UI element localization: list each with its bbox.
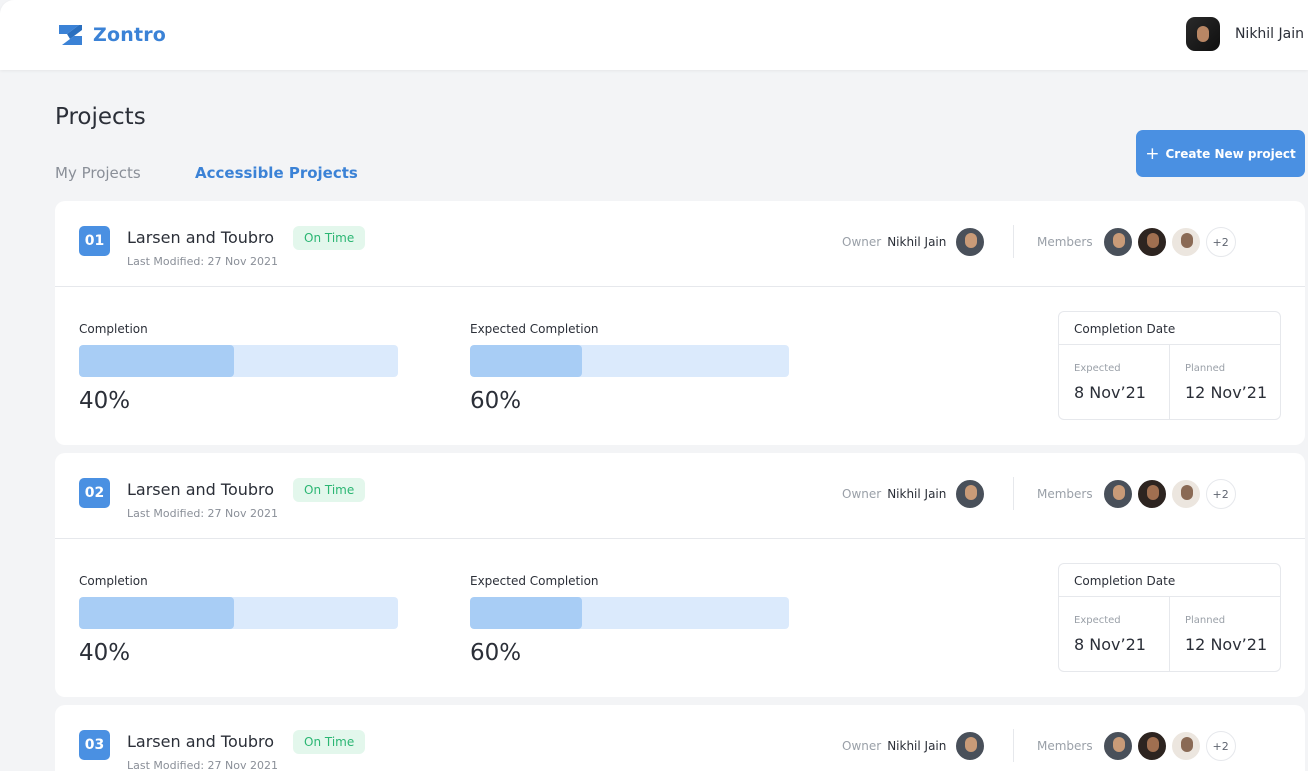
completion-date-box: Completion Date Expected 8 Nov’21 Planne… [1058,311,1281,420]
divider [1013,225,1014,258]
create-new-project-label: Create New project [1165,146,1296,161]
completion-date-title: Completion Date [1059,312,1280,345]
completion-date-box: Completion Date Expected 8 Nov’21 Planne… [1058,563,1281,672]
owner-label: Owner [842,487,882,501]
owner: Owner Nikhil Jain [842,226,987,258]
expected-completion-progress-bar [470,345,789,377]
status-badge: On Time [293,730,366,754]
member-avatar[interactable] [1135,226,1168,258]
members: Members +2 [1037,226,1236,258]
owner-name: Nikhil Jain [887,235,947,249]
members-label: Members [1037,235,1093,249]
planned-date-label: Planned [1185,615,1226,626]
plus-icon: + [1145,143,1160,164]
app-name: Zontro [93,24,167,46]
user-menu[interactable]: Nikhil Jain [1185,17,1304,51]
member-avatar[interactable] [1101,478,1134,510]
expected-completion-value: 60% [470,388,522,414]
expected-completion-label: Expected Completion [470,574,599,588]
status-badge: On Time [293,226,366,250]
more-members-button[interactable]: +2 [1205,479,1236,509]
planned-date: 12 Nov’21 [1185,635,1268,654]
expected-completion-progress-bar [470,597,789,629]
members-label: Members [1037,739,1093,753]
member-avatar[interactable] [1101,226,1134,258]
project-number: 01 [79,226,110,256]
user-name: Nikhil Jain [1234,26,1304,42]
last-modified: Last Modified: 27 Nov 2021 [127,759,279,771]
completion-value: 40% [79,388,131,414]
project-card: 02 Larsen and Toubro On Time Last Modifi… [55,453,1305,697]
expected-completion-value: 60% [470,640,522,666]
user-avatar[interactable] [1185,17,1220,51]
member-avatar[interactable] [1135,478,1168,510]
project-name[interactable]: Larsen and Toubro [127,732,274,751]
completion-label: Completion [79,322,148,336]
expected-date: 8 Nov’21 [1074,383,1146,402]
project-card-header: 01 Larsen and Toubro On Time Last Modifi… [55,201,1305,287]
create-new-project-button[interactable]: + Create New project [1136,130,1305,177]
zontro-logo-icon [59,25,82,45]
expected-completion-progress-fill [470,345,582,377]
planned-date-label: Planned [1185,363,1226,374]
owner-avatar[interactable] [954,478,987,510]
project-card: 01 Larsen and Toubro On Time Last Modifi… [55,201,1305,445]
divider [1013,477,1014,510]
planned-date: 12 Nov’21 [1185,383,1268,402]
date-divider [1169,597,1170,672]
expected-completion-progress-fill [470,597,582,629]
logo[interactable]: Zontro [57,22,166,48]
tab-my-projects[interactable]: My Projects [55,164,141,182]
owner: Owner Nikhil Jain [842,478,987,510]
project-number: 03 [79,730,110,760]
member-avatar[interactable] [1101,730,1134,762]
completion-label: Completion [79,574,148,588]
owner-avatar[interactable] [954,226,987,258]
project-name[interactable]: Larsen and Toubro [127,228,274,247]
project-name[interactable]: Larsen and Toubro [127,480,274,499]
status-badge: On Time [293,478,366,502]
member-avatar[interactable] [1135,730,1168,762]
members: Members +2 [1037,478,1236,510]
project-card-header: 02 Larsen and Toubro On Time Last Modifi… [55,453,1305,539]
completion-value: 40% [79,640,131,666]
members: Members +2 [1037,730,1236,762]
owner-label: Owner [842,235,882,249]
expected-date-label: Expected [1074,615,1121,626]
top-bar: Zontro Nikhil Jain [0,0,1308,70]
member-avatar[interactable] [1169,226,1202,258]
more-members-button[interactable]: +2 [1205,731,1236,761]
last-modified: Last Modified: 27 Nov 2021 [127,507,279,520]
last-modified: Last Modified: 27 Nov 2021 [127,255,279,268]
member-avatar[interactable] [1169,478,1202,510]
project-number: 02 [79,478,110,508]
completion-progress-bar [79,345,398,377]
more-members-button[interactable]: +2 [1205,227,1236,257]
expected-date: 8 Nov’21 [1074,635,1146,654]
tab-accessible-projects[interactable]: Accessible Projects [195,164,358,182]
page-title: Projects [55,104,146,130]
member-avatar[interactable] [1169,730,1202,762]
completion-date-title: Completion Date [1059,564,1280,597]
divider [1013,729,1014,762]
owner-name: Nikhil Jain [887,487,947,501]
members-label: Members [1037,487,1093,501]
owner-avatar[interactable] [954,730,987,762]
completion-progress-fill [79,597,234,629]
expected-completion-label: Expected Completion [470,322,599,336]
owner-name: Nikhil Jain [887,739,947,753]
expected-date-label: Expected [1074,363,1121,374]
date-divider [1169,345,1170,420]
owner: Owner Nikhil Jain [842,730,987,762]
completion-progress-fill [79,345,234,377]
owner-label: Owner [842,739,882,753]
project-card: 03 Larsen and Toubro On Time Last Modifi… [55,705,1305,771]
completion-progress-bar [79,597,398,629]
